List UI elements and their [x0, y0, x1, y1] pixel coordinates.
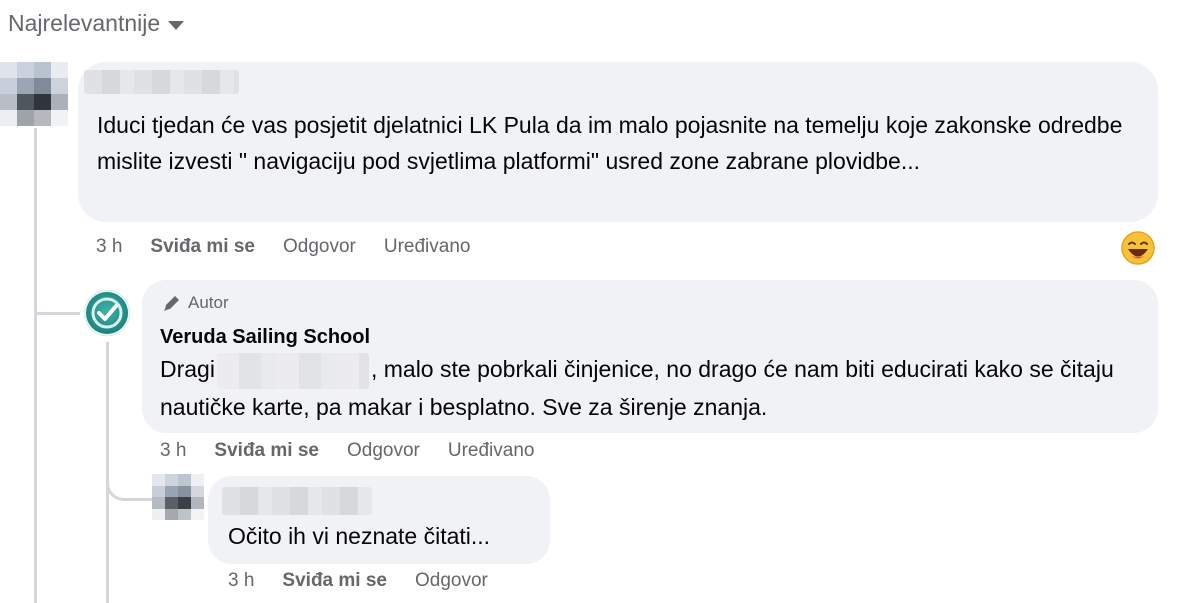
- author-name[interactable]: Veruda Sailing School: [160, 326, 370, 349]
- checkmark-logo-icon: [91, 297, 123, 329]
- reply-button[interactable]: Odgovor: [415, 570, 488, 592]
- reply-button[interactable]: Odgovor: [347, 440, 420, 462]
- edited-label[interactable]: Uređivano: [448, 440, 535, 462]
- comment-timestamp[interactable]: 3 h: [160, 440, 186, 462]
- sort-label: Najrelevantnije: [8, 10, 161, 36]
- author-badge-label: Autor: [188, 293, 229, 312]
- thread-connector-nested: [106, 470, 153, 501]
- avatar[interactable]: [152, 474, 204, 520]
- edited-label[interactable]: Uređivano: [384, 236, 471, 258]
- reply-button[interactable]: Odgovor: [283, 236, 356, 258]
- comment-actions: 3 h Sviđa mi se Odgovor Uređivano: [160, 440, 534, 462]
- comments-section: Najrelevantnije Iduci tjedan će vas posj…: [0, 0, 1200, 603]
- caret-down-icon: [168, 21, 185, 30]
- pencil-icon: [164, 296, 179, 311]
- like-button[interactable]: Sviđa mi se: [214, 440, 319, 462]
- avatar[interactable]: [0, 62, 68, 126]
- comment-actions: 3 h Sviđa mi se Odgovor Uređivano: [96, 236, 470, 258]
- comment-actions: 3 h Sviđa mi se Odgovor: [228, 570, 488, 592]
- like-button[interactable]: Sviđa mi se: [150, 236, 255, 258]
- page-avatar[interactable]: [84, 290, 130, 336]
- mentioned-name-redacted[interactable]: [216, 352, 369, 389]
- comment-timestamp[interactable]: 3 h: [228, 570, 254, 592]
- thread-connector-reply: [34, 270, 80, 315]
- comment-text-start: Dragi: [160, 356, 215, 382]
- comment-text: Očito ih vi neznate čitati...: [228, 523, 491, 549]
- author-badge: Autor: [162, 293, 229, 313]
- comment-timestamp[interactable]: 3 h: [96, 236, 122, 258]
- like-button[interactable]: Sviđa mi se: [282, 570, 387, 592]
- commenter-name-redacted[interactable]: [222, 487, 372, 515]
- thread-line-main: [34, 128, 37, 603]
- comment-text: Iduci tjedan će vas posjetit djelatnici …: [97, 112, 1123, 174]
- sort-dropdown[interactable]: Najrelevantnije: [8, 10, 185, 37]
- commenter-name-redacted[interactable]: [84, 70, 239, 94]
- comment-text: Dragi, malo ste pobrkali činjenice, no d…: [160, 351, 1140, 425]
- laughing-emoji-icon[interactable]: [1120, 230, 1156, 266]
